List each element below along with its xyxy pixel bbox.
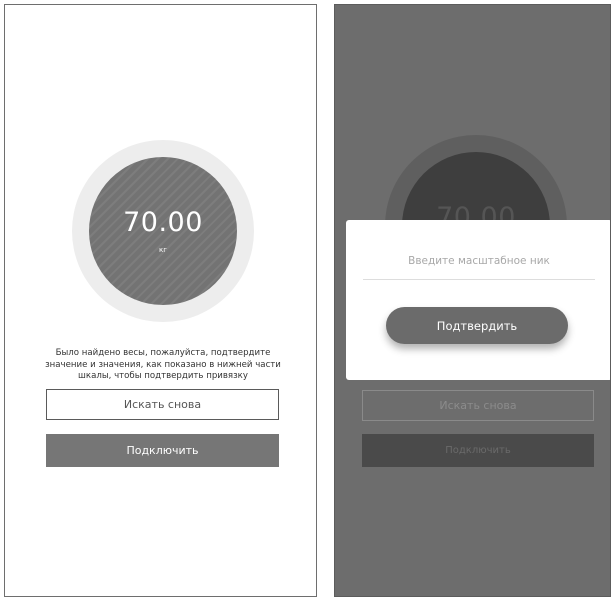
connect-button[interactable]: Подключить bbox=[46, 434, 279, 467]
weight-value: 70.00 bbox=[123, 207, 203, 238]
search-again-button-dimmed: Искать снова bbox=[362, 390, 594, 421]
nickname-modal: Подтвердить bbox=[346, 220, 610, 380]
scale-nickname-input[interactable] bbox=[363, 242, 595, 280]
connect-button-dimmed: Подключить bbox=[362, 434, 594, 467]
scale-found-screen: 70.00 кг Было найдено весы, пожалуйста, … bbox=[4, 4, 317, 597]
confirm-button[interactable]: Подтвердить bbox=[386, 307, 568, 344]
nickname-dialog-screen: 70.00 Искать снова Подключить Подтвердит… bbox=[334, 4, 611, 597]
weight-gauge-ring: 70.00 кг bbox=[72, 140, 254, 322]
search-again-button[interactable]: Искать снова bbox=[46, 389, 279, 420]
weight-gauge: 70.00 кг bbox=[89, 157, 237, 305]
binding-instructions: Было найдено весы, пожалуйста, подтверди… bbox=[45, 348, 281, 381]
weight-unit: кг bbox=[159, 246, 167, 254]
